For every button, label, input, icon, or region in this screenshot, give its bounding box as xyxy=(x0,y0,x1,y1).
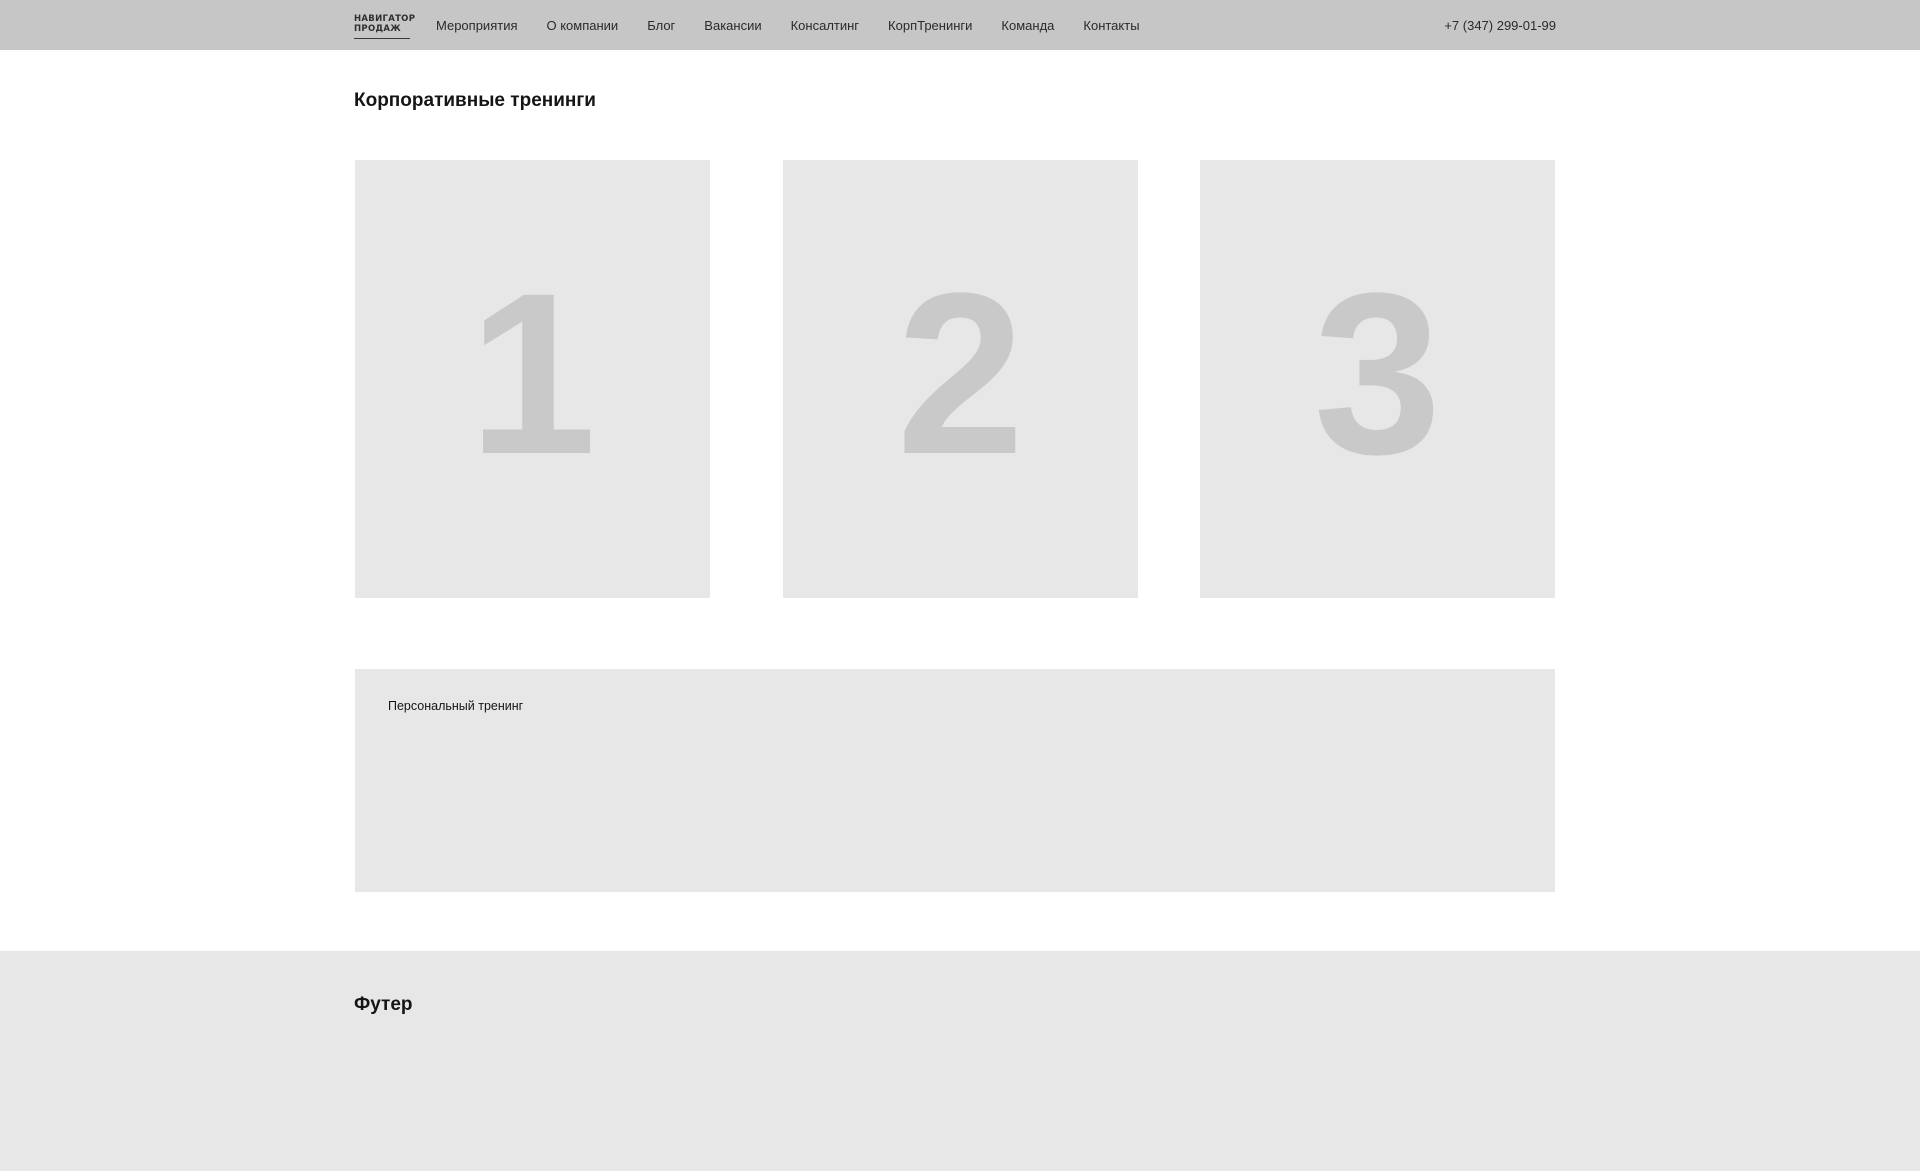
site-footer: Футер xyxy=(0,951,1920,1171)
logo[interactable]: НАВИГАТОР ПРОДАЖ xyxy=(354,11,416,39)
site-header: НАВИГАТОР ПРОДАЖ Мероприятия О компании … xyxy=(0,0,1920,50)
nav-item-vacancies[interactable]: Вакансии xyxy=(704,18,761,33)
main-nav: Мероприятия О компании Блог Вакансии Кон… xyxy=(436,18,1169,33)
nav-item-contacts[interactable]: Контакты xyxy=(1083,18,1139,33)
logo-line-1: НАВИГАТОР xyxy=(354,14,416,24)
nav-item-team[interactable]: Команда xyxy=(1001,18,1054,33)
phone-link[interactable]: +7 (347) 299-01-99 xyxy=(1444,18,1556,33)
training-card-1[interactable]: 1 xyxy=(355,160,710,598)
page-title: Корпоративные тренинги xyxy=(354,90,596,111)
logo-line-2: ПРОДАЖ xyxy=(354,24,401,34)
card-number-3: 3 xyxy=(1313,245,1442,502)
nav-item-corp-trainings[interactable]: КорпТренинги xyxy=(888,18,972,33)
nav-item-consulting[interactable]: Консалтинг xyxy=(791,18,859,33)
header-inner: НАВИГАТОР ПРОДАЖ Мероприятия О компании … xyxy=(354,0,1556,50)
nav-item-blog[interactable]: Блог xyxy=(647,18,675,33)
card-number-1: 1 xyxy=(468,245,597,502)
footer-title: Футер xyxy=(354,994,413,1015)
training-card-3[interactable]: 3 xyxy=(1200,160,1555,598)
training-card-2[interactable]: 2 xyxy=(783,160,1138,598)
card-number-2: 2 xyxy=(896,245,1025,502)
personal-training-label: Персональный тренинг xyxy=(388,699,524,713)
nav-item-events[interactable]: Мероприятия xyxy=(436,18,518,33)
personal-training-block[interactable]: Персональный тренинг xyxy=(355,669,1555,892)
nav-item-about[interactable]: О компании xyxy=(547,18,619,33)
